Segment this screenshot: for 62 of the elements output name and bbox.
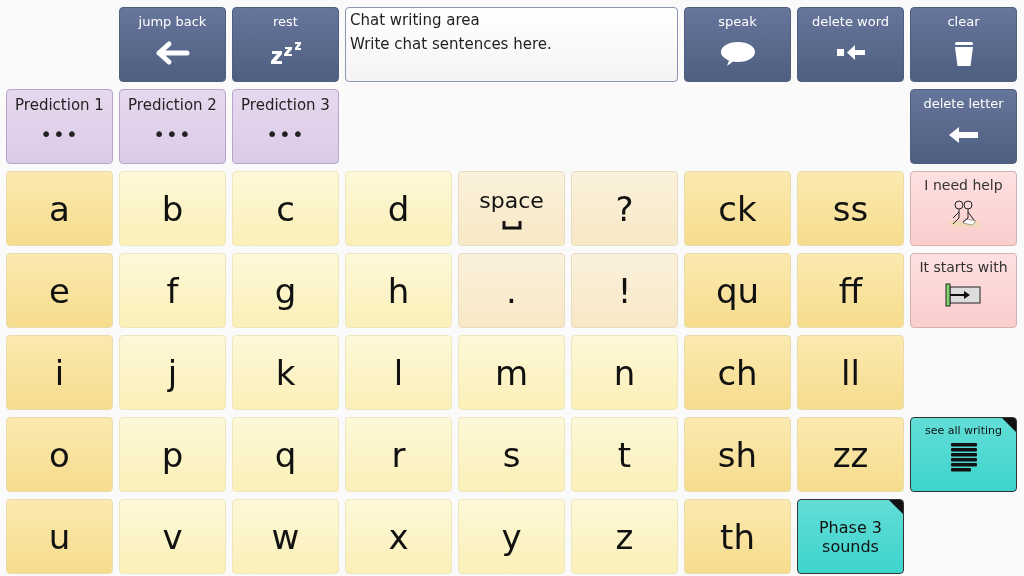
- letter-key[interactable]: ck: [684, 171, 791, 246]
- control-key[interactable]: delete word: [797, 7, 904, 82]
- letter-key[interactable]: o: [6, 417, 113, 492]
- letter-key[interactable]: ll: [797, 335, 904, 410]
- letter-key[interactable]: q: [232, 417, 339, 492]
- letter-key[interactable]: y: [458, 499, 565, 574]
- control-key[interactable]: delete letter: [910, 89, 1017, 164]
- letter-key[interactable]: l: [345, 335, 452, 410]
- control-key[interactable]: rest: [232, 7, 339, 82]
- control-key[interactable]: jump back: [119, 7, 226, 82]
- letter-key[interactable]: m: [458, 335, 565, 410]
- letter-key[interactable]: ff: [797, 253, 904, 328]
- letter-key[interactable]: zz: [797, 417, 904, 492]
- letter-key[interactable]: s: [458, 417, 565, 492]
- space-bar-icon: [501, 218, 522, 230]
- letter-key[interactable]: j: [119, 335, 226, 410]
- prediction-key[interactable]: Prediction 3 •••: [232, 89, 339, 164]
- letter-key[interactable]: v: [119, 499, 226, 574]
- letter-key[interactable]: ?: [571, 171, 678, 246]
- letter-key[interactable]: th: [684, 499, 791, 574]
- chat-input[interactable]: Write chat sentences here.: [350, 35, 673, 57]
- letter-key[interactable]: f: [119, 253, 226, 328]
- lines-icon: [950, 443, 977, 472]
- control-key[interactable]: clear: [910, 7, 1017, 82]
- letter-key[interactable]: sh: [684, 417, 791, 492]
- letter-key[interactable]: e: [6, 253, 113, 328]
- letter-key[interactable]: !: [571, 253, 678, 328]
- letter-key[interactable]: k: [232, 335, 339, 410]
- letter-key[interactable]: n: [571, 335, 678, 410]
- letter-key[interactable]: ss: [797, 171, 904, 246]
- phrase-key[interactable]: I need help: [910, 171, 1017, 246]
- letter-key[interactable]: i: [6, 335, 113, 410]
- chat-area-title: Chat writing area: [350, 11, 481, 29]
- letter-key[interactable]: w: [232, 499, 339, 574]
- letter-key[interactable]: u: [6, 499, 113, 574]
- letter-key[interactable]: qu: [684, 253, 791, 328]
- control-key[interactable]: speak: [684, 7, 791, 82]
- letter-key[interactable]: b: [119, 171, 226, 246]
- prediction-key[interactable]: Prediction 1 •••: [6, 89, 113, 164]
- letter-key[interactable]: .: [458, 253, 565, 328]
- folder-key[interactable]: Phase 3 sounds: [797, 499, 904, 574]
- letter-key[interactable]: g: [232, 253, 339, 328]
- ellipsis: •••: [153, 122, 192, 146]
- letter-key[interactable]: t: [571, 417, 678, 492]
- ellipsis: •••: [40, 122, 79, 146]
- letter-key[interactable]: d: [345, 171, 452, 246]
- ellipsis: •••: [266, 122, 305, 146]
- prediction-key[interactable]: Prediction 2 •••: [119, 89, 226, 164]
- corner-fold-icon: [1002, 418, 1016, 432]
- corner-fold-icon: [889, 500, 903, 514]
- letter-key[interactable]: c: [232, 171, 339, 246]
- letter-key[interactable]: ch: [684, 335, 791, 410]
- letter-key[interactable]: r: [345, 417, 452, 492]
- letter-key[interactable]: x: [345, 499, 452, 574]
- letter-key[interactable]: z: [571, 499, 678, 574]
- phrase-key[interactable]: It starts with: [910, 253, 1017, 328]
- letter-key[interactable]: a: [6, 171, 113, 246]
- letter-key[interactable]: h: [345, 253, 452, 328]
- folder-key[interactable]: see all writing: [910, 417, 1017, 492]
- space-key[interactable]: space: [458, 171, 565, 246]
- chat-writing-area[interactable]: Chat writing area Write chat sentences here.: [345, 7, 678, 82]
- letter-key[interactable]: p: [119, 417, 226, 492]
